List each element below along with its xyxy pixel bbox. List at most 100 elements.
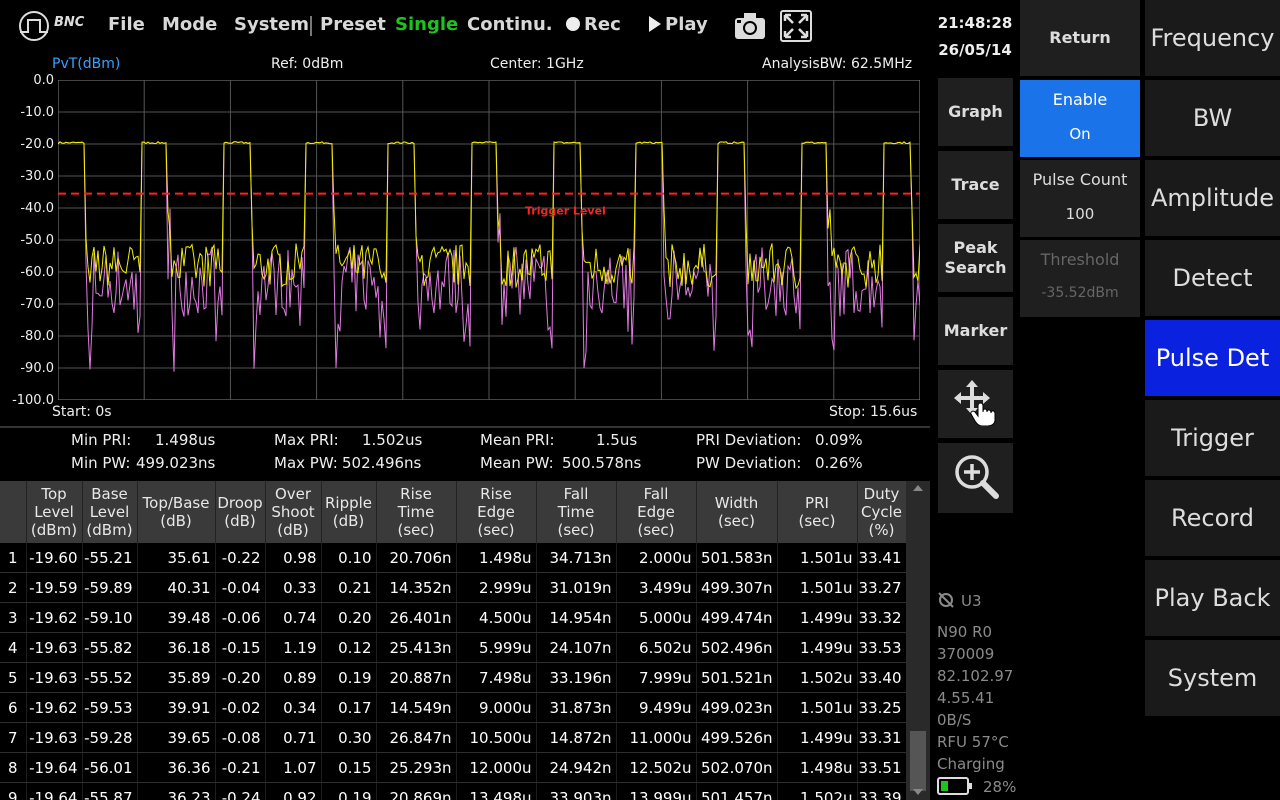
column-header[interactable]: Fall Edge (sec) xyxy=(616,481,697,543)
menu-mode[interactable]: Mode xyxy=(162,14,217,35)
play-icon xyxy=(649,16,661,32)
pri-deviation-label: PRI Deviation: xyxy=(696,431,802,449)
column-header[interactable]: Over Shoot (dB) xyxy=(265,481,322,543)
table-row[interactable]: 6 -19.62 -59.53 39.91 -0.02 0.34 0.17 14.549n 9.… xyxy=(0,692,907,723)
camera-icon[interactable] xyxy=(734,11,766,45)
column-header-line: Level xyxy=(34,503,74,521)
return-button[interactable]: Return xyxy=(1020,0,1140,76)
right-menu-detect[interactable]: Detect xyxy=(1145,240,1280,316)
table-scrollbar[interactable] xyxy=(906,481,930,800)
graph-button[interactable]: Graph xyxy=(938,78,1013,146)
enable-value: On xyxy=(1069,125,1091,143)
y-tick-label: -40.0 xyxy=(20,201,54,216)
column-header[interactable]: Rise Time (sec) xyxy=(376,481,457,543)
menu-file[interactable]: File xyxy=(108,14,145,35)
right-menu-record[interactable]: Record xyxy=(1145,480,1280,556)
table-row[interactable]: 9 -19.64 -55.87 36.23 -0.24 0.92 0.19 20.869n 13… xyxy=(0,782,907,800)
column-header-line: Droop xyxy=(217,494,263,512)
table-cell: 20.887n xyxy=(376,662,457,693)
zoom-button[interactable] xyxy=(938,443,1013,513)
table-cell: -55.52 xyxy=(82,662,138,693)
column-header[interactable]: Ripple (dB) xyxy=(321,481,377,543)
marker-button[interactable]: Marker xyxy=(938,297,1013,365)
column-header[interactable]: Rise Edge (sec) xyxy=(456,481,537,543)
y-tick-label: -10.0 xyxy=(20,105,54,120)
menu-system[interactable]: System xyxy=(234,14,309,35)
table-row[interactable]: 1 -19.60 -55.21 35.61 -0.22 0.98 0.10 20.706n 1.… xyxy=(0,543,907,573)
right-menu-system[interactable]: System xyxy=(1145,640,1280,716)
table-cell: 0.30 xyxy=(321,722,377,753)
table-cell: 5.000u xyxy=(616,602,697,633)
table-cell: -19.60 xyxy=(26,543,83,573)
fullscreen-icon[interactable] xyxy=(780,10,812,46)
table-cell: -19.59 xyxy=(26,572,83,603)
scroll-up-icon[interactable] xyxy=(913,485,923,491)
menu-play[interactable]: Play xyxy=(649,14,708,35)
scroll-down-icon[interactable] xyxy=(913,789,923,795)
move-hand-icon xyxy=(952,378,1000,431)
min-pri-label: Min PRI: xyxy=(71,431,132,449)
table-row[interactable]: 2 -19.59 -59.89 40.31 -0.04 0.33 0.21 14.352n 2.… xyxy=(0,572,907,603)
menu-rec[interactable]: Rec xyxy=(566,14,621,35)
enable-button[interactable]: Enable On xyxy=(1020,80,1140,157)
table-row[interactable]: 4 -19.63 -55.82 36.18 -0.15 1.19 0.12 25.413n 5.… xyxy=(0,632,907,663)
peak-search-label-2: Search xyxy=(944,258,1007,277)
column-header[interactable]: Top/Base (dB) xyxy=(137,481,216,543)
column-header[interactable]: Base Level (dBm) xyxy=(82,481,138,543)
table-cell: 25.293n xyxy=(376,752,457,783)
table-row[interactable]: 7 -19.63 -59.28 39.65 -0.08 0.71 0.30 26.847n 10… xyxy=(0,722,907,753)
right-menu-play-back[interactable]: Play Back xyxy=(1145,560,1280,636)
column-header[interactable]: Width (sec) xyxy=(696,481,778,543)
column-header-line: Rise xyxy=(400,485,432,503)
table-cell: 10.500u xyxy=(456,722,537,753)
table-cell: -19.62 xyxy=(26,602,83,633)
table-cell: 0.20 xyxy=(321,602,377,633)
right-menu-pulse-det[interactable]: Pulse Det xyxy=(1145,320,1280,396)
menu-preset[interactable]: Preset xyxy=(320,14,386,35)
table-row[interactable]: 5 -19.63 -55.52 35.89 -0.20 0.89 0.19 20.887n 7.… xyxy=(0,662,907,693)
y-tick-label: -50.0 xyxy=(20,233,54,248)
pulse-count-button[interactable]: Pulse Count 100 xyxy=(1020,160,1140,237)
menu-continuous[interactable]: Continu. xyxy=(467,14,553,35)
column-header[interactable]: Top Level (dBm) xyxy=(26,481,83,543)
column-header[interactable]: Duty Cycle (%) xyxy=(857,481,907,543)
table-cell: 499.526n xyxy=(696,722,778,753)
column-header-line: Edge xyxy=(637,503,675,521)
pvt-plot[interactable]: Trigger Level xyxy=(58,80,920,400)
column-header[interactable]: Droop (dB) xyxy=(215,481,266,543)
table-cell: 0.19 xyxy=(321,662,377,693)
pulse-data-table: Top Level (dBm) Base Level (dBm) Top/Base (dB) D… xyxy=(0,481,907,800)
table-cell: 0.89 xyxy=(265,662,322,693)
trace-button[interactable]: Trace xyxy=(938,151,1013,219)
column-header[interactable]: Fall Time (sec) xyxy=(536,481,617,543)
threshold-label: Threshold xyxy=(1040,250,1120,269)
peak-search-button[interactable]: Peak Search xyxy=(938,224,1013,292)
move-button[interactable] xyxy=(938,370,1013,438)
pulse-table[interactable]: Top Level (dBm) Base Level (dBm) Top/Base (dB) D… xyxy=(0,481,930,800)
column-header-line: (dB) xyxy=(277,521,309,539)
table-cell: 33.196n xyxy=(536,662,617,693)
charging-status: Charging xyxy=(937,755,1005,773)
table-row[interactable]: 8 -19.64 -56.01 36.36 -0.21 1.07 0.15 25.293n 12… xyxy=(0,752,907,783)
row-index: 8 xyxy=(0,752,27,783)
column-header-line: Top xyxy=(41,485,67,503)
column-header-line: Width xyxy=(714,494,759,512)
table-cell: 13.999u xyxy=(616,782,697,800)
scrollbar-thumb[interactable] xyxy=(910,731,926,791)
table-cell: -59.10 xyxy=(82,602,138,633)
table-cell: 14.549n xyxy=(376,692,457,723)
table-cell: 0.98 xyxy=(265,543,322,573)
right-menu-trigger[interactable]: Trigger xyxy=(1145,400,1280,476)
menu-single[interactable]: Single xyxy=(395,14,458,35)
min-pw-label: Min PW: xyxy=(71,454,131,472)
right-menu-frequency[interactable]: Frequency xyxy=(1145,0,1280,76)
table-row[interactable]: 3 -19.62 -59.10 39.48 -0.06 0.74 0.20 26.401n 4.… xyxy=(0,602,907,633)
table-cell: 1.502u xyxy=(777,782,858,800)
column-header[interactable]: PRI (sec) xyxy=(777,481,858,543)
table-cell: 20.706n xyxy=(376,543,457,573)
status-line-2: 370009 xyxy=(937,645,995,663)
column-header-line: Base xyxy=(91,485,128,503)
graph-title: PvT(dBm) xyxy=(52,56,121,72)
right-menu-bw[interactable]: BW xyxy=(1145,80,1280,156)
right-menu-amplitude[interactable]: Amplitude xyxy=(1145,160,1280,236)
